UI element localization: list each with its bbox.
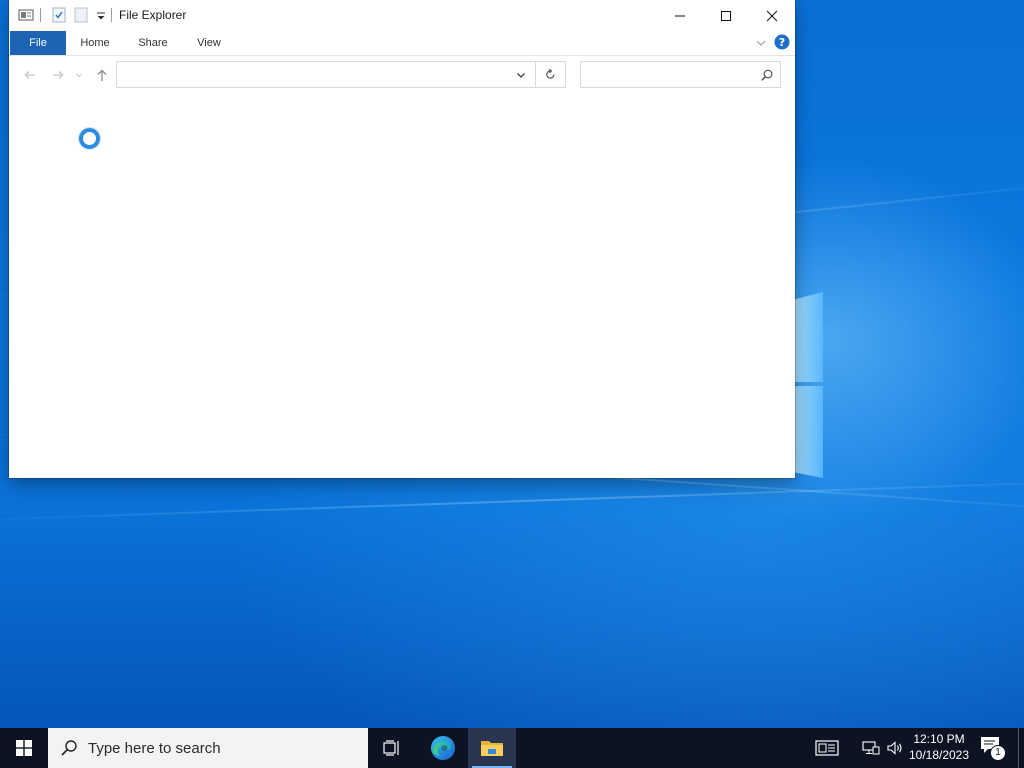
up-arrow-icon [97,69,107,81]
volume-icon [887,741,902,755]
refresh-icon [546,68,555,79]
search-input[interactable] [585,65,759,86]
content-pane[interactable] [9,94,795,478]
news-icon [815,740,839,756]
taskbar-search-placeholder: Type here to search [88,740,221,757]
checkmark-icon[interactable] [51,7,67,23]
forward-button[interactable] [49,66,67,84]
help-button[interactable]: ? [774,34,790,50]
volume-button[interactable] [884,738,906,758]
expand-ribbon-button[interactable] [753,35,769,51]
address-bar[interactable] [116,61,566,88]
address-dropdown-button[interactable] [511,62,531,87]
edge-icon [431,736,455,760]
chevron-down-icon [756,40,766,46]
start-button[interactable] [0,728,48,768]
taskbar-search-box[interactable]: Type here to search [48,728,368,768]
tab-view[interactable]: View [189,31,229,55]
toolbar-separator [40,8,41,22]
system-clock[interactable]: 12:10 PM 10/18/2023 [906,731,972,763]
action-center-button[interactable]: 1 [980,736,1006,761]
address-input[interactable] [121,65,505,86]
tab-share[interactable]: Share [131,31,175,55]
maximize-button[interactable] [703,0,749,31]
minimize-button[interactable] [657,0,703,31]
task-view-button[interactable] [368,728,416,768]
forward-arrow-icon [53,71,64,79]
file-explorer-window[interactable]: File Explorer File Home Share View ? [9,0,795,478]
tab-file[interactable]: File [10,31,66,55]
logo-pane [795,386,823,478]
logo-pane [795,292,823,382]
maximize-icon [721,10,731,21]
window-title: File Explorer [119,8,187,22]
tab-home[interactable]: Home [73,31,117,55]
navigation-bar [9,56,795,94]
clock-time: 12:10 PM [913,732,965,746]
back-arrow-icon [24,71,35,79]
chevron-down-icon [76,73,82,78]
new-folder-icon[interactable] [73,7,89,23]
chevron-down-icon [517,72,525,78]
svg-text:?: ? [779,36,785,49]
ribbon-tabs: File Home Share View ? [9,31,795,56]
refresh-button[interactable] [535,62,565,87]
back-button[interactable] [21,66,39,84]
task-view-icon [383,740,399,756]
up-button[interactable] [93,66,111,84]
notification-count-badge: 1 [990,745,1006,761]
show-desktop-button[interactable] [1018,728,1024,768]
windows-start-icon [16,740,32,756]
close-button[interactable] [749,0,795,31]
network-icon [862,741,880,755]
news-button[interactable] [814,738,840,758]
customize-dropdown-icon[interactable] [93,7,109,23]
search-icon [761,69,773,81]
taskbar: Type here to search 12:10 PM 10/18/2023 … [0,728,1024,768]
file-explorer-taskbar-button[interactable] [468,728,516,768]
close-icon [766,10,778,21]
clock-date: 10/18/2023 [908,748,970,762]
help-icon: ? [774,34,790,50]
search-icon [61,740,77,756]
file-explorer-icon [481,741,503,756]
toolbar-separator [111,8,112,22]
recent-locations-button[interactable] [73,66,85,84]
minimize-icon [675,15,685,16]
light-beam [0,478,1024,522]
network-button[interactable] [860,738,882,758]
windows-logo-light [795,288,825,480]
edge-taskbar-button[interactable] [419,728,467,768]
title-bar[interactable]: File Explorer [9,0,795,31]
search-box[interactable] [580,61,781,88]
properties-icon[interactable] [18,7,34,23]
loading-spinner-icon [79,128,100,149]
